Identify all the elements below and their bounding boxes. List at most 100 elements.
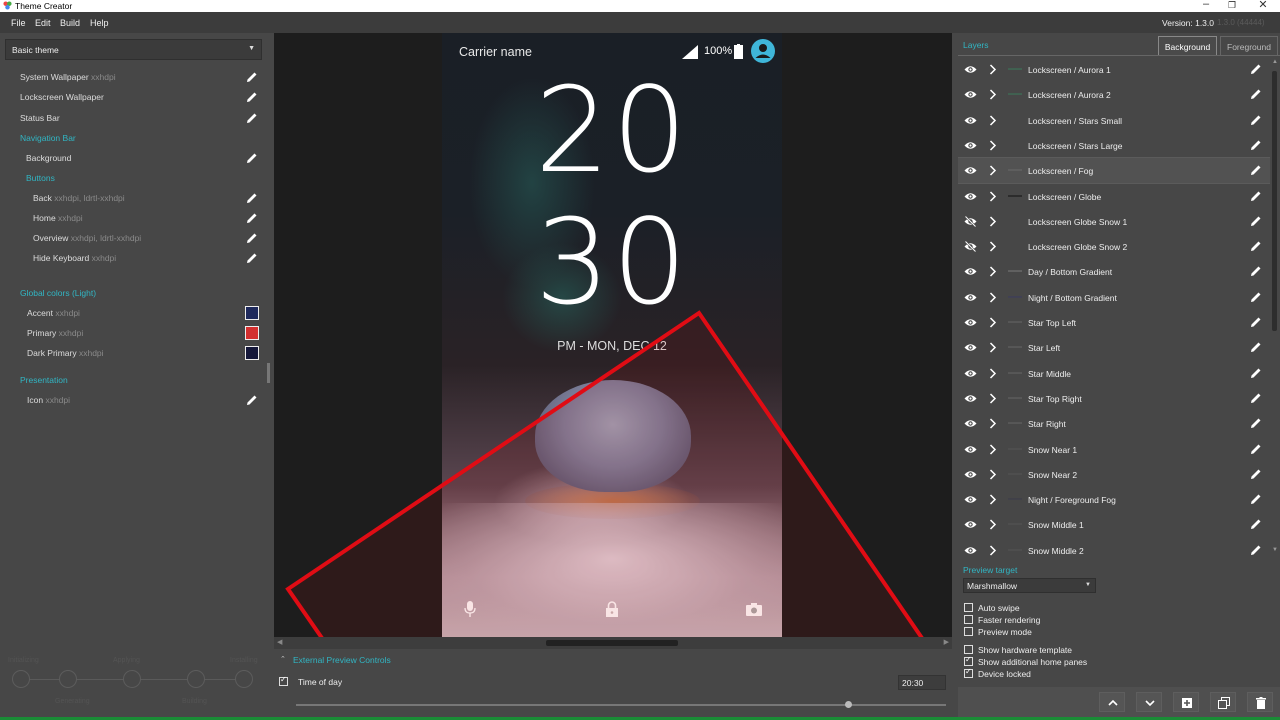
layer-row[interactable]: Night / Bottom Gradient <box>958 285 1270 310</box>
slider-knob[interactable] <box>844 701 852 708</box>
layer-row[interactable]: Snow Near 1 <box>958 437 1270 462</box>
chevron-right-icon[interactable] <box>989 64 997 75</box>
visibility-icon[interactable] <box>964 266 977 277</box>
edit-icon[interactable] <box>246 91 258 103</box>
checkbox[interactable] <box>964 655 973 666</box>
edit-icon[interactable] <box>1250 215 1262 227</box>
time-of-day-checkbox[interactable] <box>279 675 288 686</box>
layer-row[interactable]: Night / Foreground Fog <box>958 487 1270 512</box>
preview-target-select[interactable]: Marshmallow ▼ <box>963 578 1096 593</box>
edit-icon[interactable] <box>1250 341 1262 353</box>
layer-row[interactable]: Star Top Left <box>958 310 1270 335</box>
chevron-right-icon[interactable] <box>989 292 997 303</box>
scrollbar-thumb[interactable] <box>1272 71 1277 331</box>
scroll-down-icon[interactable]: ▼ <box>1272 547 1278 553</box>
edit-icon[interactable] <box>1250 392 1262 404</box>
visibility-icon[interactable] <box>964 418 977 429</box>
edit-icon[interactable] <box>1250 240 1262 252</box>
checkbox[interactable] <box>964 627 973 636</box>
chevron-right-icon[interactable] <box>989 266 997 277</box>
layer-row[interactable]: Snow Near 2 <box>958 462 1270 487</box>
chevron-right-icon[interactable] <box>989 140 997 151</box>
edit-icon[interactable] <box>1250 114 1262 126</box>
edit-icon[interactable] <box>1250 468 1262 480</box>
theme-select[interactable]: Basic theme ▼ <box>5 39 262 60</box>
layer-row[interactable]: Snow Middle 1 <box>958 512 1270 537</box>
visibility-icon[interactable] <box>964 368 977 379</box>
checkbox[interactable] <box>964 603 973 612</box>
edit-icon[interactable] <box>246 152 258 164</box>
chevron-right-icon[interactable] <box>989 494 997 505</box>
edit-icon[interactable] <box>1250 63 1262 75</box>
edit-icon[interactable] <box>1250 443 1262 455</box>
tree-item-overview[interactable]: Overview xxhdpi, ldrtl-xxhdpi <box>0 229 268 247</box>
chevron-right-icon[interactable] <box>989 418 997 429</box>
restore-icon[interactable]: ❐ <box>1222 0 1242 11</box>
visibility-icon[interactable] <box>964 317 977 328</box>
chevron-right-icon[interactable] <box>989 241 997 252</box>
preview-horizontal-scrollbar[interactable]: ◀ ▶ <box>274 637 952 649</box>
edit-icon[interactable] <box>246 71 258 83</box>
edit-icon[interactable] <box>246 112 258 124</box>
minimize-icon[interactable]: – <box>1196 0 1216 10</box>
edit-icon[interactable] <box>1250 518 1262 530</box>
layer-row[interactable]: Snow Middle 2 <box>958 538 1270 563</box>
edit-icon[interactable] <box>246 394 258 406</box>
chevron-right-icon[interactable] <box>989 165 997 176</box>
tree-item-lockscreen-wallpaper[interactable]: Lockscreen Wallpaper <box>0 88 268 106</box>
chevron-right-icon[interactable] <box>989 115 997 126</box>
menu-help[interactable]: Help <box>90 18 109 28</box>
duplicate-button[interactable] <box>1210 692 1236 712</box>
layer-row[interactable]: Day / Bottom Gradient <box>958 259 1270 284</box>
tree-item-background[interactable]: Background <box>0 149 268 167</box>
chevron-right-icon[interactable] <box>989 317 997 328</box>
visibility-icon[interactable] <box>964 64 977 75</box>
color-swatch[interactable] <box>245 326 259 340</box>
tree-item-system-wallpaper[interactable]: System Wallpaper xxhdpi <box>0 68 268 86</box>
visibility-icon[interactable] <box>964 444 977 455</box>
menu-build[interactable]: Build <box>60 18 80 28</box>
edit-icon[interactable] <box>246 212 258 224</box>
edit-icon[interactable] <box>1250 367 1262 379</box>
tree-item-buttons[interactable]: Buttons <box>0 169 268 187</box>
visibility-off-icon[interactable] <box>964 215 977 227</box>
tree-item-hide-keyboard[interactable]: Hide Keyboard xxhdpi <box>0 249 268 267</box>
collapse-icon[interactable]: ⌃ <box>280 655 286 663</box>
chevron-right-icon[interactable] <box>989 545 997 556</box>
color-item-accent[interactable]: Accent xxhdpi <box>0 304 268 322</box>
layer-row[interactable]: Lockscreen / Aurora 1 <box>958 57 1270 82</box>
chevron-right-icon[interactable] <box>989 469 997 480</box>
move-down-button[interactable] <box>1136 692 1162 712</box>
time-input[interactable]: 20:30 <box>898 675 946 690</box>
checkbox[interactable] <box>964 645 973 654</box>
tab-foreground[interactable]: Foreground <box>1220 36 1278 56</box>
layer-row[interactable]: Lockscreen / Fog <box>958 157 1270 185</box>
edit-icon[interactable] <box>1250 164 1262 176</box>
menu-file[interactable]: File <box>11 18 26 28</box>
layer-row[interactable]: Star Top Right <box>958 386 1270 411</box>
edit-icon[interactable] <box>1250 417 1262 429</box>
external-controls-header[interactable]: External Preview Controls <box>293 655 391 665</box>
color-item-dark-primary[interactable]: Dark Primary xxhdpi <box>0 344 268 362</box>
edit-icon[interactable] <box>1250 291 1262 303</box>
scroll-right-icon[interactable]: ▶ <box>944 638 949 646</box>
edit-icon[interactable] <box>1250 544 1262 556</box>
add-layer-button[interactable] <box>1173 692 1199 712</box>
tree-item-back[interactable]: Back xxhdpi, ldrtl-xxhdpi <box>0 189 268 207</box>
layer-row[interactable]: Star Right <box>958 411 1270 436</box>
chevron-right-icon[interactable] <box>989 190 997 202</box>
layers-scrollbar[interactable]: ▲ ▼ <box>1270 57 1280 565</box>
visibility-icon[interactable] <box>964 292 977 303</box>
scrollbar-thumb[interactable] <box>546 640 678 646</box>
visibility-icon[interactable] <box>964 140 977 151</box>
visibility-icon[interactable] <box>964 191 977 202</box>
chevron-right-icon[interactable] <box>989 89 997 100</box>
chevron-right-icon[interactable] <box>989 368 997 379</box>
edit-icon[interactable] <box>1250 190 1262 202</box>
move-up-button[interactable] <box>1099 692 1125 712</box>
visibility-icon[interactable] <box>964 89 977 100</box>
chevron-right-icon[interactable] <box>989 393 997 404</box>
edit-icon[interactable] <box>1250 139 1262 151</box>
visibility-icon[interactable] <box>964 494 977 505</box>
layer-row[interactable]: Lockscreen / Globe <box>958 184 1270 209</box>
